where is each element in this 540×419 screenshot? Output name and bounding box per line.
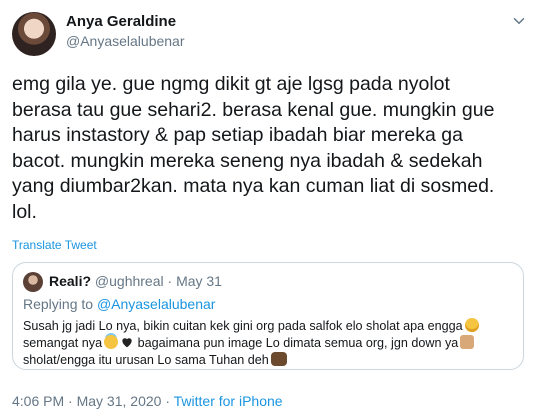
quoted-date: May 31 [176, 273, 222, 289]
weary-face-emoji [464, 318, 479, 332]
palms-up-emoji [270, 352, 287, 366]
quoted-tweet[interactable]: Reali? @ughhreal · May 31 Replying to @A… [12, 262, 524, 370]
quoted-line: Susah jg jadi Lo nya, bikin cuitan kek g… [23, 318, 513, 335]
quoted-line-text: bagaimana pun image Lo dimata semua org,… [137, 336, 459, 350]
quoted-author-handle: @ughhreal [94, 273, 164, 289]
quoted-line: semangat nya bagaimana pun image Lo dima… [23, 335, 513, 352]
tweet-time[interactable]: 4:06 PM [12, 393, 64, 409]
tweet-text: emg gila ye. gue ngmg dikit gt aje lgsg … [12, 73, 495, 223]
quoted-line-text: sholat/engga itu urusan Lo sama Tuhan de… [23, 353, 269, 367]
thumbs-up-emoji [460, 335, 475, 349]
author-name[interactable]: Anya Geraldine [66, 13, 176, 30]
quoted-line: sholat/engga itu urusan Lo sama Tuhan de… [23, 352, 513, 369]
tweet-source[interactable]: Twitter for iPhone [174, 393, 283, 409]
translate-tweet-link[interactable]: Translate Tweet [12, 238, 97, 252]
author-avatar[interactable] [12, 12, 56, 56]
quoted-line-text: Susah jg jadi Lo nya, bikin cuitan kek g… [23, 319, 463, 333]
replying-mention: @Anyaselalubenar [96, 296, 216, 312]
tweet-date[interactable]: May 31, 2020 [77, 393, 162, 409]
chevron-down-icon[interactable] [510, 12, 528, 30]
quoted-separator: · [163, 273, 177, 289]
quoted-line-text: semangat nya [23, 336, 103, 350]
footer-separator: · [161, 393, 174, 409]
quoted-tweet-text: Susah jg jadi Lo nya, bikin cuitan kek g… [23, 318, 513, 369]
quoted-author-name: Reali? [49, 273, 92, 289]
replying-to: Replying to @Anyaselalubenar [23, 296, 215, 312]
halo-face-emoji [104, 335, 119, 349]
quoted-tweet-header: Reali? @ughhreal · May 31 [49, 273, 222, 289]
tweet-footer: 4:06 PM · May 31, 2020 · Twitter for iPh… [12, 393, 283, 409]
quoted-author-avatar [23, 272, 43, 292]
replying-prefix: Replying to [23, 296, 97, 312]
footer-separator: · [64, 393, 77, 409]
author-handle[interactable]: @Anyaselalubenar [66, 33, 185, 49]
black-heart-emoji [122, 338, 132, 348]
